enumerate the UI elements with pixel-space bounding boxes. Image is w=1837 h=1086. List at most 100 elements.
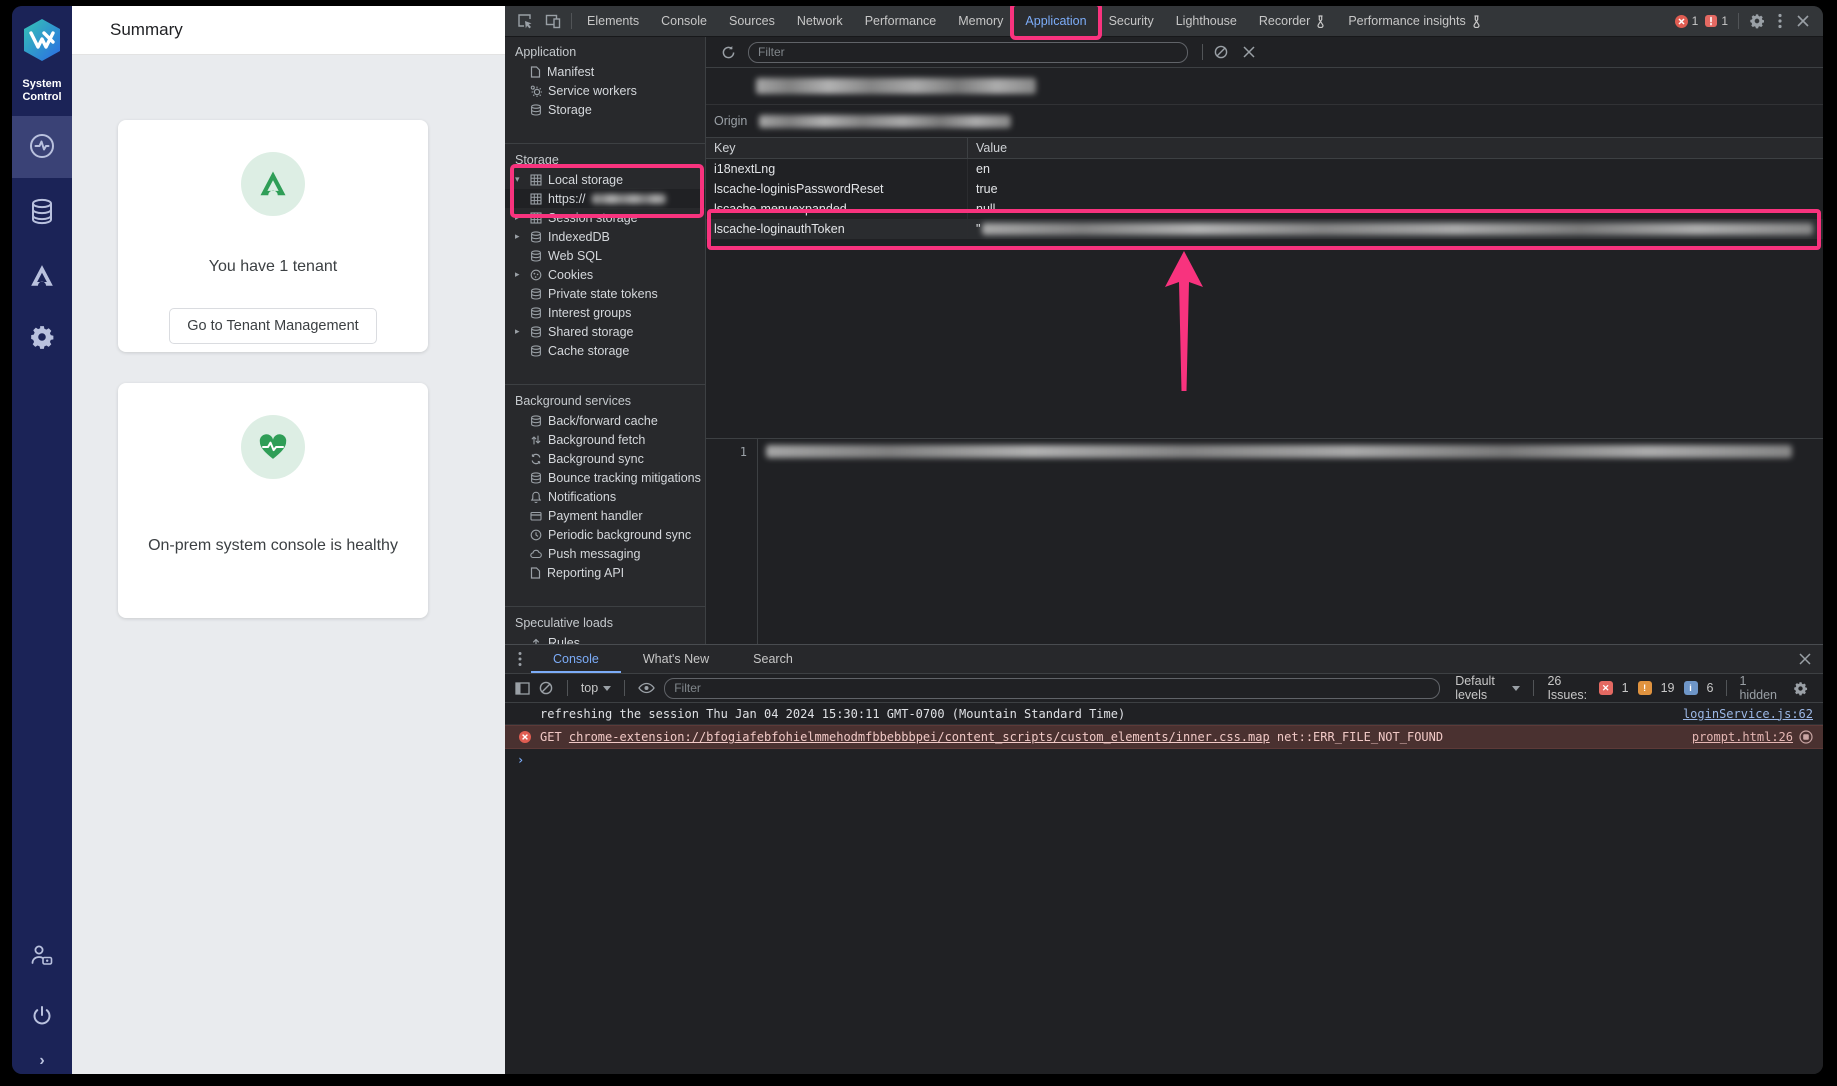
tab-performance[interactable]: Performance (854, 6, 948, 36)
tab-memory[interactable]: Memory (947, 6, 1014, 36)
appnav-item-background-fetch[interactable]: Background fetch (505, 430, 705, 449)
appnav-item-back-forward-cache[interactable]: Back/forward cache (505, 411, 705, 430)
context-selector[interactable]: top (581, 681, 611, 695)
storage-filter-input[interactable] (748, 42, 1188, 63)
appnav-item-background-sync[interactable]: Background sync (505, 449, 705, 468)
console-sidebar-toggle[interactable] (515, 675, 530, 701)
source-link-loginservice[interactable]: loginService.js:62 (1683, 707, 1813, 721)
heart-pulse-icon (258, 433, 288, 461)
sidebar-item-settings[interactable] (12, 324, 72, 350)
sidebar-item-summary[interactable] (12, 132, 72, 160)
chevron-down-icon (1512, 686, 1520, 691)
sidebar-item-logout[interactable] (12, 1004, 72, 1028)
console-prompt[interactable]: › (505, 749, 1823, 771)
tab-security[interactable]: Security (1098, 6, 1165, 36)
appnav-item-label: Rules (548, 636, 580, 645)
tab-elements[interactable]: Elements (576, 6, 650, 36)
appnav-item-payment-handler[interactable]: Payment handler (505, 506, 705, 525)
appnav-item-push-messaging[interactable]: Push messaging (505, 544, 705, 563)
sidebar-item-users[interactable] (12, 944, 72, 966)
issues-count: 1 (1721, 14, 1728, 28)
chevron-right-icon[interactable]: ▸ (515, 326, 520, 337)
inspect-element-button[interactable] (511, 8, 539, 34)
appnav-item-label: Local storage (548, 173, 623, 187)
appnav-item-interest-groups[interactable]: Interest groups (505, 303, 705, 322)
appnav-item-session-storage[interactable]: ▸ Session storage (505, 208, 705, 227)
source-link-prompt[interactable]: prompt.html:26 (1692, 730, 1793, 744)
devtools-tabbar: Elements Console Sources Network Perform… (505, 6, 1823, 37)
chevron-right-icon: › (517, 753, 524, 767)
tab-lighthouse[interactable]: Lighthouse (1165, 6, 1248, 36)
appnav-item-rules[interactable]: Rules (505, 633, 705, 644)
hidden-messages-label[interactable]: 1 hidden (1739, 674, 1780, 702)
sidebar-item-tenants[interactable] (12, 264, 72, 288)
appnav-item-service-workers[interactable]: Service workers (505, 81, 705, 100)
appnav-item-indexeddb[interactable]: ▸ IndexedDB (505, 227, 705, 246)
value-column-header[interactable]: Value (968, 138, 1823, 158)
tab-console[interactable]: Console (650, 6, 718, 36)
table-row-login-auth-token[interactable]: lscache-loginauthToken " (706, 219, 1823, 239)
refresh-button[interactable] (714, 39, 742, 65)
clear-console-button[interactable] (539, 675, 554, 701)
log-levels-selector[interactable]: Default levels (1455, 674, 1520, 702)
devtools-close-button[interactable] (1789, 8, 1817, 34)
appnav-item-local-storage[interactable]: ▾ Local storage (505, 170, 705, 189)
devtools-menu-button[interactable] (1771, 8, 1789, 34)
appnav-item-cache-storage[interactable]: Cache storage (505, 341, 705, 360)
appnav-item-bounce-tracking[interactable]: Bounce tracking mitigations (505, 468, 705, 487)
appnav-item-private-state-tokens[interactable]: Private state tokens (505, 284, 705, 303)
drawer-menu-button[interactable] (509, 646, 531, 672)
live-expression-button[interactable] (638, 675, 655, 701)
drawer-tab-console[interactable]: Console (531, 645, 621, 673)
appnav-item-storage[interactable]: Storage (505, 100, 705, 119)
table-row[interactable]: lscache-loginisPasswordReset true (706, 179, 1823, 199)
clock-icon (530, 529, 542, 541)
appnav-item-shared-storage[interactable]: ▸ Shared storage (505, 322, 705, 341)
appnav-item-label: Web SQL (548, 249, 602, 263)
chevron-right-icon[interactable]: ▸ (515, 212, 520, 223)
tab-performance-insights[interactable]: Performance insights (1337, 6, 1492, 36)
block-icon (539, 681, 553, 695)
appnav-item-reporting-api[interactable]: Reporting API (505, 563, 705, 582)
delete-selected-button[interactable] (1235, 39, 1263, 65)
clear-all-button[interactable] (1207, 39, 1235, 65)
tab-application[interactable]: Application (1014, 6, 1097, 36)
tab-sources[interactable]: Sources (718, 6, 786, 36)
error-url-link[interactable]: chrome-extension://bfogiafebfohielmmehod… (569, 730, 1270, 744)
chevron-down-icon[interactable]: ▾ (515, 174, 520, 185)
drawer-tab-whats-new[interactable]: What's New (621, 645, 731, 673)
issues-badge-icon[interactable] (1704, 14, 1718, 28)
experiment-flask-icon (1471, 15, 1482, 28)
console-settings-button[interactable] (1789, 675, 1813, 701)
extension-badge-icon[interactable] (1799, 730, 1813, 744)
console-filter-input[interactable] (664, 678, 1440, 699)
key-column-header[interactable]: Key (706, 138, 968, 158)
storage-value: en (968, 159, 1823, 179)
tab-recorder[interactable]: Recorder (1248, 6, 1337, 36)
devtools-settings-button[interactable] (1743, 8, 1771, 34)
storage-value: true (968, 179, 1823, 199)
device-toolbar-button[interactable] (539, 8, 567, 34)
chevron-right-icon[interactable]: ▸ (515, 269, 520, 280)
appnav-item-periodic-background-sync[interactable]: Periodic background sync (505, 525, 705, 544)
sidebar-item-database[interactable] (12, 198, 72, 226)
tab-network[interactable]: Network (786, 6, 854, 36)
appnav-item-local-storage-origin[interactable]: https:// (505, 189, 705, 208)
redacted-origin (592, 194, 666, 204)
chevron-right-icon: › (39, 1052, 44, 1070)
chevron-right-icon[interactable]: ▸ (515, 231, 520, 242)
go-to-tenant-management-button[interactable]: Go to Tenant Management (169, 308, 376, 344)
drawer-close-button[interactable] (1791, 646, 1819, 672)
table-row[interactable]: lscache-menuexpanded null (706, 199, 1823, 219)
appnav-item-web-sql[interactable]: Web SQL (505, 246, 705, 265)
database-icon (530, 104, 542, 116)
error-badge-icon[interactable] (1674, 14, 1689, 29)
issues-label[interactable]: 26 Issues: (1547, 674, 1589, 702)
appnav-item-cookies[interactable]: ▸ Cookies (505, 265, 705, 284)
appnav-item-label: Background sync (548, 452, 644, 466)
sidebar-expand-button[interactable]: › (12, 1052, 72, 1070)
appnav-item-notifications[interactable]: Notifications (505, 487, 705, 506)
table-row[interactable]: i18nextLng en (706, 159, 1823, 179)
appnav-item-manifest[interactable]: Manifest (505, 62, 705, 81)
drawer-tab-search[interactable]: Search (731, 645, 815, 673)
